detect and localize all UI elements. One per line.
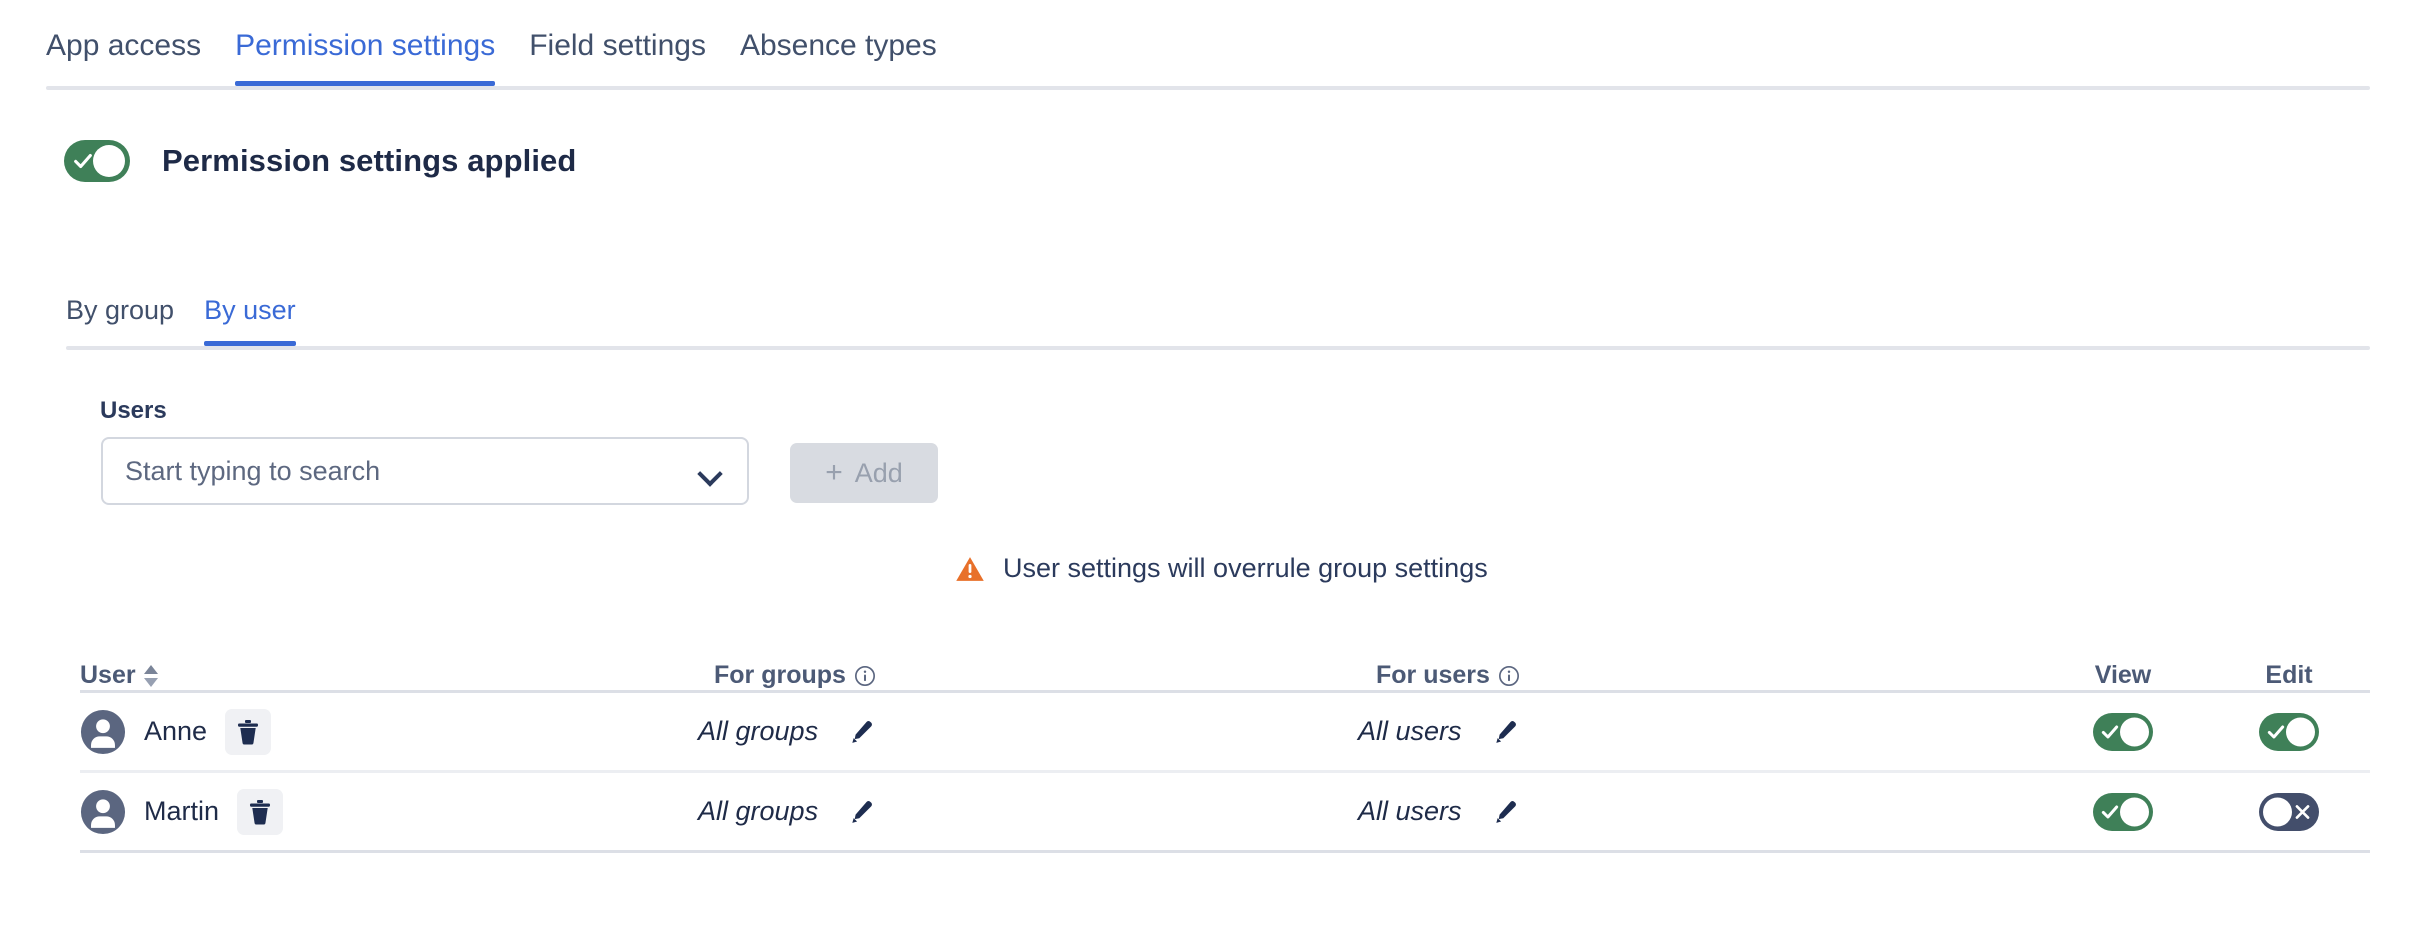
edit-permission-toggle[interactable] <box>2259 713 2319 751</box>
info-circle-icon[interactable] <box>854 665 876 687</box>
main-tab-bar: App access Permission settings Field set… <box>0 28 2414 90</box>
permission-settings-applied-toggle[interactable] <box>64 140 130 182</box>
users-select-placeholder: Start typing to search <box>125 456 699 487</box>
toggle-knob <box>2286 717 2315 746</box>
column-header-user: User <box>80 661 698 690</box>
view-permission-toggle[interactable] <box>2093 713 2153 751</box>
tab-field-settings[interactable]: Field settings <box>512 28 723 86</box>
cell-view <box>2038 713 2208 751</box>
user-name: Martin <box>144 796 219 827</box>
table-row: Anne All groups <box>80 693 2370 773</box>
cell-user: Anne <box>80 709 698 755</box>
sort-updown-icon[interactable] <box>144 663 158 689</box>
tab-app-access[interactable]: App access <box>46 28 218 86</box>
column-header-view: View <box>2038 661 2208 690</box>
tab-absence-types[interactable]: Absence types <box>723 28 954 86</box>
close-icon <box>2293 802 2312 821</box>
chevron-down-icon <box>699 465 721 478</box>
for-users-value: All users <box>1358 716 1462 747</box>
cell-for-groups: All groups <box>698 796 1358 827</box>
edit-for-groups-button[interactable] <box>846 717 876 747</box>
cell-user: Martin <box>80 789 698 835</box>
trash-icon <box>236 719 260 745</box>
pencil-icon <box>848 799 874 825</box>
cell-for-users: All users <box>1358 716 2038 747</box>
subtab-by-group[interactable]: By group <box>66 294 189 346</box>
add-user-button-label: Add <box>855 458 903 489</box>
subtab-by-group-label: By group <box>66 295 174 325</box>
for-groups-value: All groups <box>698 716 818 747</box>
plus-icon: + <box>825 458 843 488</box>
edit-for-groups-button[interactable] <box>846 797 876 827</box>
tab-absence-types-label: Absence types <box>740 29 937 62</box>
pencil-icon <box>1492 719 1518 745</box>
warning-triangle-icon <box>955 555 985 583</box>
subtab-by-user-label: By user <box>204 295 296 325</box>
edit-permission-toggle[interactable] <box>2259 793 2319 831</box>
edit-for-users-button[interactable] <box>1490 717 1520 747</box>
permission-settings-applied-row: Permission settings applied <box>64 140 576 182</box>
edit-for-users-button[interactable] <box>1490 797 1520 827</box>
column-header-view-label: View <box>2095 661 2152 690</box>
user-avatar-icon <box>80 709 126 755</box>
check-icon <box>2266 722 2286 742</box>
overrule-warning: User settings will overrule group settin… <box>955 553 1488 584</box>
table-row: Martin All groups <box>80 773 2370 853</box>
column-header-for-groups-label: For groups <box>714 661 846 690</box>
scope-tab-bar: By group By user <box>46 294 2370 350</box>
user-name: Anne <box>144 716 207 747</box>
cell-edit <box>2208 793 2370 831</box>
toggle-knob <box>2120 717 2149 746</box>
cell-for-users: All users <box>1358 796 2038 827</box>
tab-permission-settings-label: Permission settings <box>235 29 495 62</box>
column-header-for-groups: For groups <box>698 661 1358 690</box>
toggle-knob <box>93 145 125 177</box>
tab-permission-settings[interactable]: Permission settings <box>218 28 512 86</box>
toggle-knob <box>2263 797 2292 826</box>
for-groups-value: All groups <box>698 796 818 827</box>
users-field-label: Users <box>100 397 167 425</box>
user-avatar-icon <box>80 789 126 835</box>
trash-icon <box>248 799 272 825</box>
delete-user-button[interactable] <box>237 789 283 835</box>
tab-field-settings-label: Field settings <box>529 29 706 62</box>
permission-settings-applied-label: Permission settings applied <box>162 143 576 179</box>
column-header-for-users: For users <box>1358 661 2038 690</box>
pencil-icon <box>1492 799 1518 825</box>
column-header-edit-label: Edit <box>2265 661 2312 690</box>
column-header-edit: Edit <box>2208 661 2370 690</box>
users-select[interactable]: Start typing to search <box>101 437 749 505</box>
overrule-warning-text: User settings will overrule group settin… <box>1003 553 1488 584</box>
pencil-icon <box>848 719 874 745</box>
subtab-by-user[interactable]: By user <box>189 294 311 346</box>
check-icon <box>2100 802 2120 822</box>
cell-view <box>2038 793 2208 831</box>
check-icon <box>72 150 94 172</box>
tab-app-access-label: App access <box>46 29 201 62</box>
user-permissions-table: User For groups <box>80 645 2370 853</box>
column-header-user-label: User <box>80 661 136 690</box>
check-icon <box>2100 722 2120 742</box>
for-users-value: All users <box>1358 796 1462 827</box>
delete-user-button[interactable] <box>225 709 271 755</box>
table-header-row: User For groups <box>80 645 2370 693</box>
permission-settings-page: App access Permission settings Field set… <box>0 0 2414 944</box>
toggle-knob <box>2120 797 2149 826</box>
view-permission-toggle[interactable] <box>2093 793 2153 831</box>
cell-for-groups: All groups <box>698 716 1358 747</box>
column-header-for-users-label: For users <box>1376 661 1490 690</box>
info-circle-icon[interactable] <box>1498 665 1520 687</box>
cell-edit <box>2208 713 2370 751</box>
add-user-button[interactable]: + Add <box>790 443 938 503</box>
